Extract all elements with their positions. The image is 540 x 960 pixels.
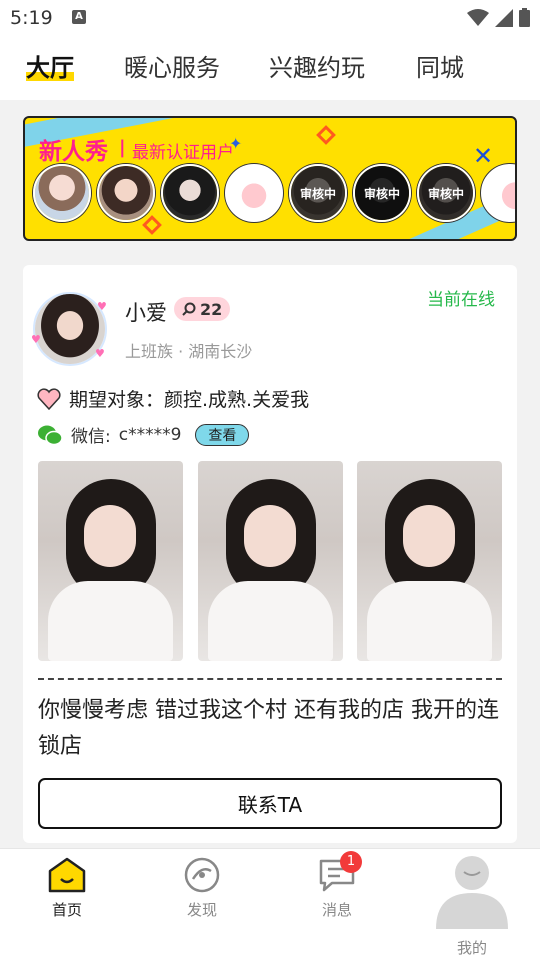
avatar-photo [99, 166, 153, 220]
avatar-photo [483, 166, 515, 220]
heart-icon: ♥ [31, 333, 41, 346]
heart-icon: ♥ [97, 300, 107, 313]
banner-subtitle: 最新认证用户 [132, 143, 234, 163]
nav-label: 首页 [51, 901, 82, 919]
review-status-label: 审核中 [419, 166, 473, 220]
tab-hall[interactable]: 大厅 [26, 48, 74, 83]
photo-gallery [38, 461, 502, 661]
count-badge: 22 [174, 297, 231, 321]
bottom-nav: 首页 发现 消息 我的 [0, 848, 540, 960]
top-tab-bar: 大厅 暖心服务 兴趣约玩 同城 [0, 34, 540, 100]
diamond-icon [316, 125, 336, 145]
avatar-photo [227, 166, 281, 220]
tab-label: 兴趣约玩 [269, 54, 365, 82]
tab-label: 大厅 [26, 54, 74, 82]
new-user-avatar[interactable] [481, 164, 515, 222]
gallery-photo[interactable] [357, 461, 502, 661]
user-bio: 你慢慢考虑 错过我这个村 还有我的店 我开的连锁店 [38, 698, 499, 759]
new-user-avatar[interactable] [33, 164, 91, 222]
profile-icon [436, 856, 508, 929]
message-count-badge: 1 [340, 851, 362, 873]
home-icon [48, 857, 86, 893]
wechat-icon [38, 425, 63, 445]
user-meta: 上班族 · 湖南长沙 [125, 342, 253, 361]
heart-icon [37, 387, 61, 410]
discover-icon [184, 857, 220, 893]
wifi-icon [467, 8, 489, 26]
contact-button[interactable]: 联系TA [38, 778, 502, 829]
expectation-text: 期望对象：颜控.成熟.关爱我 [69, 389, 310, 411]
review-status-label: 审核中 [355, 166, 409, 220]
new-user-avatar[interactable] [225, 164, 283, 222]
battery-icon [519, 8, 530, 27]
avatar-photo [35, 166, 89, 220]
wechat-value: c*****9 [118, 424, 182, 445]
nav-messages[interactable]: 消息 [297, 857, 377, 920]
dashed-divider [38, 678, 502, 680]
sparkle-icon: ✦ [229, 134, 243, 153]
status-time: 5:19 [10, 7, 53, 29]
gallery-photo[interactable] [38, 461, 183, 661]
review-status-label: 审核中 [291, 166, 345, 220]
new-user-avatar[interactable] [97, 164, 155, 222]
new-user-banner[interactable]: 新人秀 | 最新认证用户 ✦ ✕ 审核中 审核中 审核中 [23, 116, 517, 241]
signal-icon [495, 8, 513, 27]
new-user-avatar[interactable]: 审核中 [289, 164, 347, 222]
gallery-photo[interactable] [198, 461, 343, 661]
heart-icon: ♥ [95, 347, 105, 360]
search-icon [182, 302, 196, 316]
nav-discover[interactable]: 发现 [162, 857, 242, 920]
new-user-avatar[interactable]: 审核中 [353, 164, 411, 222]
nav-profile[interactable]: 我的 [432, 855, 512, 958]
nav-label: 我的 [456, 939, 487, 957]
new-user-avatar[interactable] [161, 164, 219, 222]
nav-home[interactable]: 首页 [27, 857, 107, 920]
new-user-avatar[interactable]: 审核中 [417, 164, 475, 222]
expectation-row: 期望对象：颜控.成熟.关爱我 [37, 385, 309, 412]
nav-label: 消息 [321, 901, 352, 919]
nav-label: 发现 [186, 901, 217, 919]
profile-card[interactable]: ♥ ♥ ♥ 小爱 22 上班族 · 湖南长沙 当前在线 期望对象：颜控.成熟.关… [23, 265, 517, 843]
notification-icon: A [72, 10, 86, 24]
banner-separator: | [119, 137, 126, 158]
tab-interest-play[interactable]: 兴趣约玩 [269, 48, 365, 83]
user-name: 小爱 [125, 301, 167, 325]
wechat-label: 微信: [71, 427, 111, 447]
tab-label: 暖心服务 [124, 54, 220, 82]
avatar-photo [163, 166, 217, 220]
banner-title: 新人秀 [39, 139, 108, 165]
tab-same-city[interactable]: 同城 [416, 48, 464, 83]
view-wechat-button[interactable]: 查看 [195, 423, 250, 446]
online-status: 当前在线 [427, 290, 495, 310]
tab-warm-service[interactable]: 暖心服务 [124, 48, 220, 83]
status-icons [467, 8, 530, 27]
count-value: 22 [200, 299, 223, 319]
wechat-row: 微信: c*****9 查看 [37, 422, 250, 447]
tab-label: 同城 [416, 54, 464, 82]
status-bar: 5:19 A [0, 0, 540, 34]
